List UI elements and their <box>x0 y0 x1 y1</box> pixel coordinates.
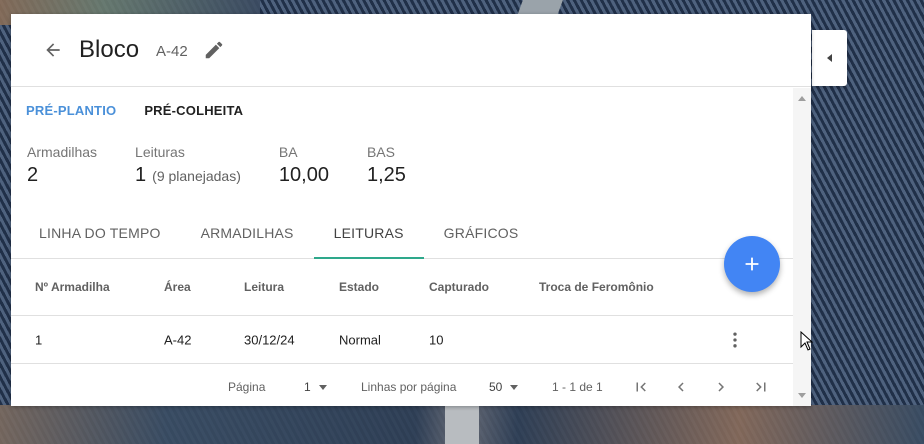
column-header[interactable]: Leitura <box>244 280 284 294</box>
column-header[interactable]: Nº Armadilha <box>35 280 110 294</box>
stat-value: 1 <box>135 164 147 186</box>
tab-graficos[interactable]: GRÁFICOS <box>424 208 539 258</box>
table-cell: Normal <box>339 332 381 347</box>
phase-tabs: PRÉ-PLANTIO PRÉ-COLHEITA <box>26 103 243 118</box>
side-panel-toggle-button[interactable] <box>812 30 847 86</box>
column-header[interactable]: Área <box>164 280 191 294</box>
stats-summary: Armadilhas 2 Leituras 1 (9 planejadas) BA… <box>27 144 444 187</box>
phase-tab-pre-plantio[interactable]: PRÉ-PLANTIO <box>26 103 116 118</box>
chevron-right-icon <box>718 382 724 392</box>
phase-tab-pre-colheita[interactable]: PRÉ-COLHEITA <box>144 103 243 118</box>
stat-label: BAS <box>366 144 395 160</box>
stat-value: 2 <box>27 164 39 186</box>
plus-icon <box>745 257 759 271</box>
section-tabs: LINHA DO TEMPO ARMADILHAS LEITURAS GRÁFI… <box>11 208 793 259</box>
scroll-up-arrow-icon[interactable] <box>798 96 806 101</box>
prev-page-button[interactable] <box>671 377 691 397</box>
stat-armadilhas: Armadilhas 2 <box>27 144 97 187</box>
chevron-left-icon <box>678 382 684 392</box>
last-page-icon <box>756 382 766 392</box>
row-menu-button[interactable] <box>723 328 747 352</box>
table-row[interactable]: 1 A-42 30/12/24 Normal 10 <box>11 316 793 364</box>
first-page-icon <box>636 382 646 392</box>
chevron-down-icon <box>318 384 327 390</box>
table-header: Nº Armadilha Área Leitura Estado Captura… <box>11 259 793 316</box>
page-select[interactable]: 1 <box>304 380 327 394</box>
stat-label: Leituras <box>135 144 185 160</box>
next-page-button[interactable] <box>711 377 731 397</box>
stat-label: Armadilhas <box>27 144 98 160</box>
stat-ba: BA 10,00 <box>279 144 329 187</box>
stat-value: 10,00 <box>278 164 329 186</box>
vertical-scrollbar[interactable] <box>793 88 811 406</box>
tab-armadilhas[interactable]: ARMADILHAS <box>181 208 314 258</box>
rows-per-page-label: Linhas por página <box>361 380 457 394</box>
block-code: A-42 <box>156 42 188 60</box>
page-label: Página <box>228 380 266 394</box>
rows-per-page-value: 50 <box>489 380 503 394</box>
table-cell: 1 <box>35 332 43 347</box>
table-cell: 30/12/24 <box>244 332 295 347</box>
scroll-down-arrow-icon[interactable] <box>798 393 806 398</box>
stat-note: (9 planejadas) <box>152 168 241 184</box>
tab-linha-do-tempo[interactable]: LINHA DO TEMPO <box>19 208 181 258</box>
chevron-down-icon <box>510 384 519 390</box>
arrow-back-icon <box>46 43 60 57</box>
map-road-bottom <box>445 405 479 444</box>
stat-label: BA <box>278 144 298 160</box>
column-header[interactable]: Troca de Feromônio <box>539 280 654 294</box>
pagination-range: 1 - 1 de 1 <box>552 380 603 394</box>
tab-leituras[interactable]: LEITURAS <box>313 208 424 259</box>
column-header[interactable]: Estado <box>339 280 379 294</box>
edit-button[interactable] <box>202 38 226 62</box>
panel-header: Bloco A-42 <box>11 14 811 87</box>
stat-leituras: Leituras 1 (9 planejadas) <box>135 144 241 187</box>
stat-value-row: 1 (9 planejadas) <box>135 164 241 187</box>
column-header[interactable]: Capturado <box>429 280 489 294</box>
stat-value: 1,25 <box>366 164 406 186</box>
first-page-button[interactable] <box>631 377 651 397</box>
add-reading-button[interactable] <box>724 236 780 292</box>
pencil-icon <box>205 41 222 59</box>
table-cell: 10 <box>429 332 444 347</box>
table-cell: A-42 <box>164 332 192 347</box>
rows-per-page-select[interactable]: 50 <box>489 380 519 394</box>
back-button[interactable] <box>41 38 65 62</box>
readings-table: Nº Armadilha Área Leitura Estado Captura… <box>11 259 793 364</box>
panel-content: PRÉ-PLANTIO PRÉ-COLHEITA Armadilhas 2 Le… <box>11 88 811 406</box>
caret-left-icon <box>826 54 832 62</box>
block-detail-panel: Bloco A-42 PRÉ-PLANTIO PRÉ-COLHEITA Arma… <box>11 14 811 406</box>
page-select-value: 1 <box>304 380 311 394</box>
stat-bas: BAS 1,25 <box>367 144 406 187</box>
mouse-cursor-icon <box>800 331 814 351</box>
more-vertical-icon <box>733 332 737 348</box>
page-title: Bloco <box>79 36 140 63</box>
last-page-button[interactable] <box>751 377 771 397</box>
pagination: Página 1 Linhas por página 50 1 - 1 de 1 <box>11 364 793 406</box>
